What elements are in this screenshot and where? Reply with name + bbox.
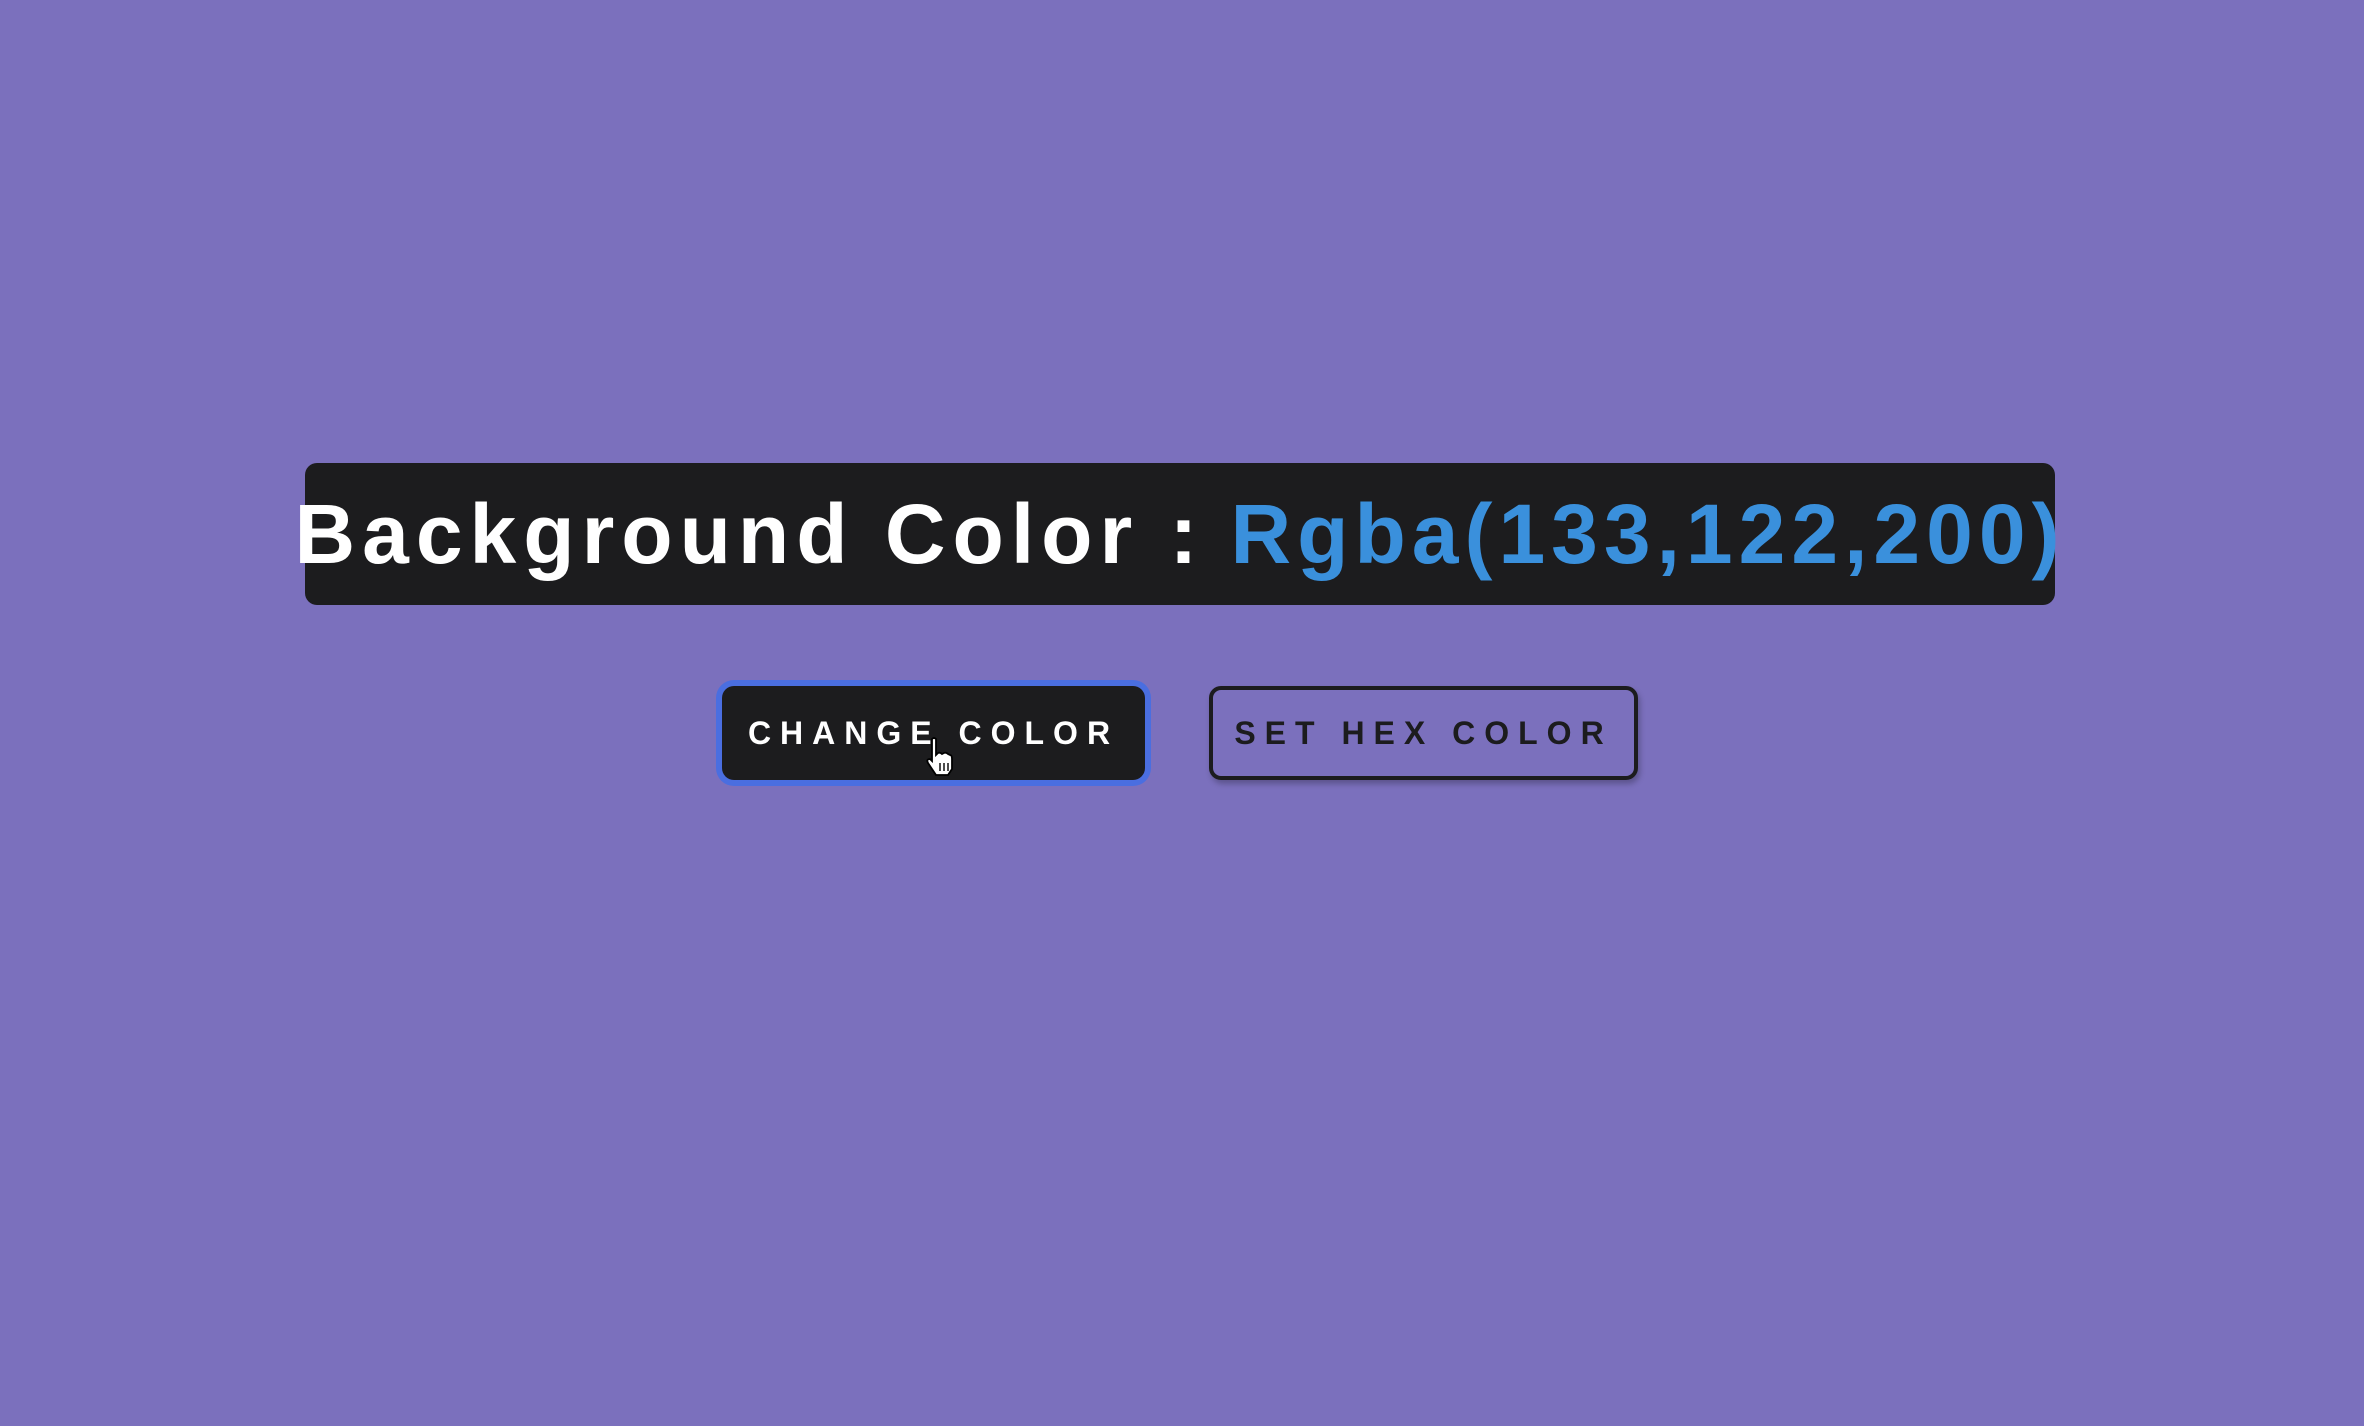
color-label: Background Color : [294,486,1205,581]
set-hex-color-button[interactable]: SET HEX COLOR [1209,686,1638,780]
color-display-banner: Background Color : Rgba(133,122,200) [294,463,2060,605]
color-value: Rgba(133,122,200) [1230,486,2066,581]
hand-pointer-cursor-icon [926,737,953,776]
